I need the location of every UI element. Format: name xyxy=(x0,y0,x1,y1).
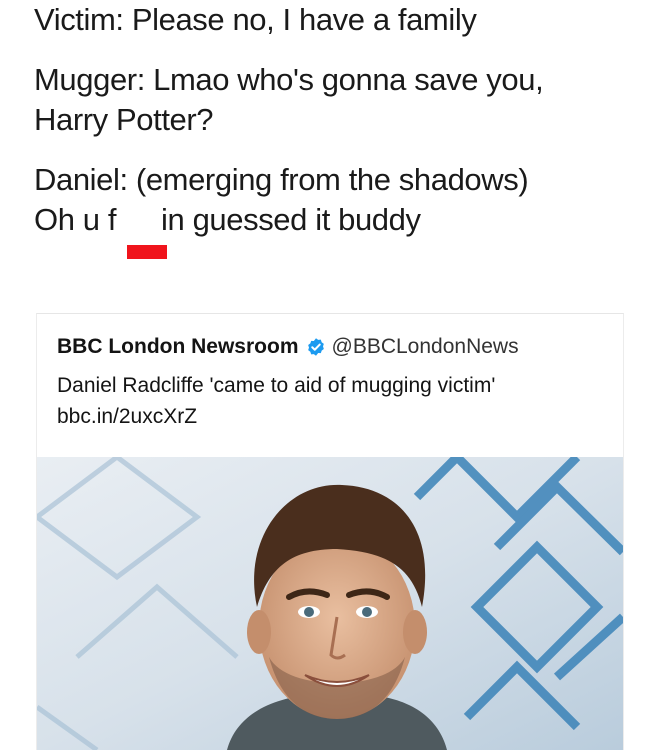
caption-line-daniel: Daniel: (emerging from the shadows) xyxy=(34,162,529,197)
tweet-text-body: Daniel Radcliffe 'came to aid of mugging… xyxy=(57,374,496,397)
tweet-card[interactable]: BBC London Newsroom @BBCLondonNews Danie… xyxy=(36,313,624,750)
account-handle[interactable]: @BBCLondonNews xyxy=(332,335,519,359)
account-name[interactable]: BBC London Newsroom xyxy=(57,335,299,359)
caption-line-punchline: Oh u f in guessed it buddy xyxy=(34,200,634,259)
censor-bar xyxy=(127,245,168,259)
caption-line-mugger: Mugger: Lmao who's gonna save you, xyxy=(34,62,544,97)
meme-caption: Victim: Please no, I have a family Mugge… xyxy=(34,0,634,259)
punchline-start: Oh u f xyxy=(34,202,117,237)
verified-badge-icon xyxy=(306,337,326,357)
caption-line-harry-potter: Harry Potter? xyxy=(34,102,214,137)
smiling-man-photo[interactable] xyxy=(37,457,623,750)
caption-line-victim: Victim: Please no, I have a family xyxy=(34,2,477,37)
tweet-text: Daniel Radcliffe 'came to aid of mugging… xyxy=(57,370,597,432)
tweet-header: BBC London Newsroom @BBCLondonNews xyxy=(57,332,519,362)
tweet-link[interactable]: bbc.in/2uxcXrZ xyxy=(57,405,197,428)
punchline-end: in guessed it buddy xyxy=(161,202,421,237)
